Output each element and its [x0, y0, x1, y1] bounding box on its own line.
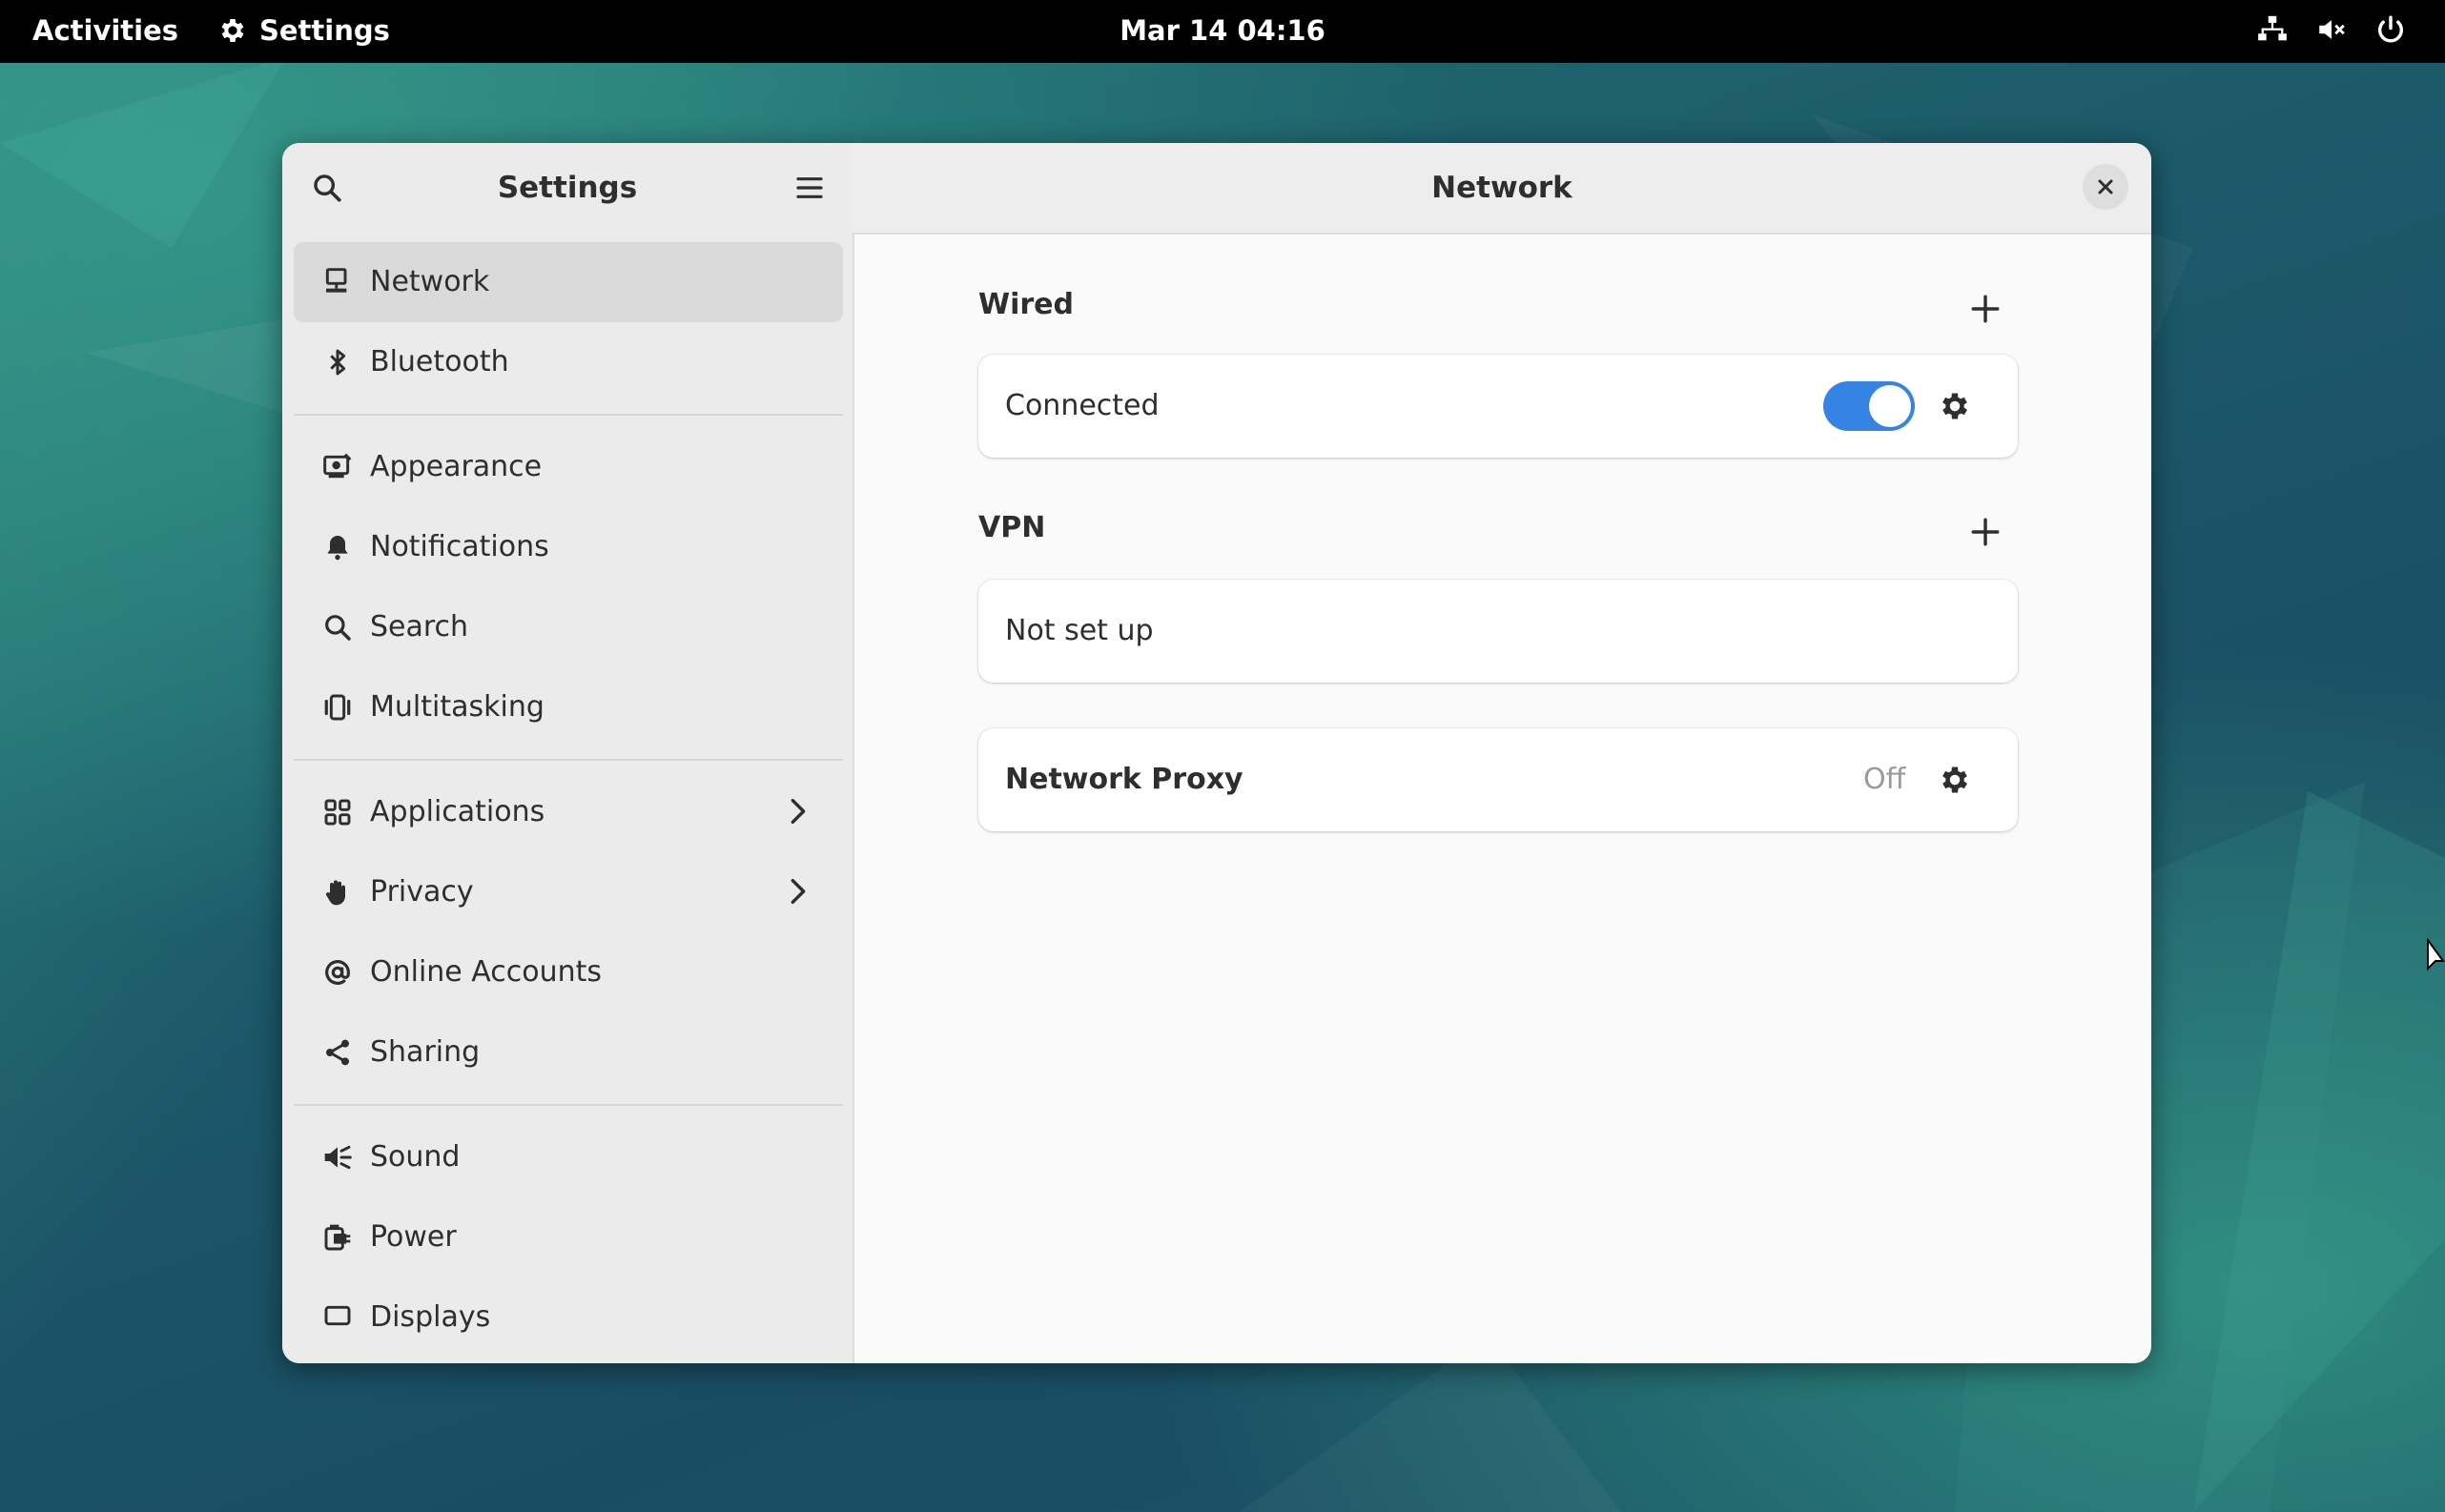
- sidebar-item-applications[interactable]: Applications: [294, 772, 843, 852]
- search-button[interactable]: [305, 166, 349, 210]
- sidebar-separator: [294, 414, 843, 416]
- hand-icon: [320, 875, 355, 909]
- sidebar-item-label: Search: [370, 610, 469, 644]
- main-header: Network: [853, 143, 2151, 235]
- sidebar-header: Settings: [282, 143, 853, 233]
- volume-muted-icon[interactable]: [2315, 13, 2348, 46]
- network-icon: [320, 265, 355, 299]
- sidebar-item-label: Multitasking: [370, 690, 544, 724]
- multitasking-icon: [320, 690, 355, 725]
- at-icon: [320, 955, 355, 990]
- apps-grid-icon: [320, 795, 355, 829]
- network-proxy-card[interactable]: Network Proxy Off: [978, 728, 2018, 831]
- sidebar-nav: Network Bluetooth Appearance Notificatio: [294, 242, 843, 1358]
- vpn-section-title: VPN: [978, 511, 1046, 544]
- top-bar: Activities Settings Mar 14 04:16: [0, 0, 2445, 63]
- vpn-card: Not set up: [978, 580, 2018, 683]
- wired-section-title: Wired: [978, 288, 1074, 321]
- sidebar-item-multitasking[interactable]: Multitasking: [294, 667, 843, 747]
- network-page: Wired Connected VPN Not set up Network P…: [853, 235, 2151, 1363]
- plus-icon: [1971, 518, 2000, 546]
- sidebar-item-privacy[interactable]: Privacy: [294, 852, 843, 932]
- network-wired-icon[interactable]: [2256, 13, 2289, 46]
- power-icon[interactable]: [2374, 13, 2407, 46]
- app-menu[interactable]: Settings: [217, 14, 390, 47]
- sidebar-item-label: Applications: [370, 795, 545, 828]
- settings-window: Settings Network Bluetooth Appearance No…: [282, 143, 2151, 1363]
- main-menu-button[interactable]: [788, 166, 832, 210]
- sidebar-item-label: Sharing: [370, 1035, 481, 1069]
- bluetooth-icon: [320, 345, 355, 379]
- network-proxy-settings-button[interactable]: [1934, 759, 1976, 801]
- display-icon: [320, 1300, 355, 1335]
- wired-connection-card: Connected: [978, 355, 2018, 458]
- search-icon: [314, 174, 341, 202]
- sidebar-item-label: Notifications: [370, 530, 549, 563]
- add-wired-button[interactable]: [1964, 288, 2006, 330]
- sidebar-item-label: Sound: [370, 1140, 461, 1174]
- sidebar-item-network[interactable]: Network: [294, 242, 843, 322]
- appearance-icon: [320, 450, 355, 484]
- mouse-cursor-icon: [2427, 938, 2445, 971]
- search-icon: [320, 610, 355, 644]
- close-icon: [2098, 179, 2113, 194]
- chevron-right-icon: [782, 875, 814, 915]
- sidebar-item-notifications[interactable]: Notifications: [294, 507, 843, 587]
- speaker-icon: [320, 1140, 355, 1175]
- sidebar-item-power[interactable]: Power: [294, 1197, 843, 1277]
- sidebar-item-search[interactable]: Search: [294, 587, 843, 667]
- chevron-right-icon: [782, 795, 814, 835]
- wired-settings-button[interactable]: [1934, 385, 1976, 427]
- sidebar-item-appearance[interactable]: Appearance: [294, 427, 843, 507]
- add-vpn-button[interactable]: [1964, 511, 2006, 553]
- system-tray[interactable]: [2256, 13, 2407, 46]
- gear-icon: [1942, 393, 1967, 419]
- toggle-knob: [1869, 385, 1911, 427]
- sidebar-item-label: Network: [370, 265, 490, 298]
- hamburger-icon: [796, 177, 823, 198]
- sidebar-item-label: Power: [370, 1220, 457, 1254]
- page-title: Network: [1431, 171, 1572, 205]
- sidebar-item-online-accounts[interactable]: Online Accounts: [294, 932, 843, 1012]
- sidebar-separator: [294, 759, 843, 761]
- gear-icon: [221, 19, 244, 42]
- bell-icon: [320, 530, 355, 564]
- sidebar: Settings Network Bluetooth Appearance No…: [282, 143, 854, 1363]
- sidebar-item-displays[interactable]: Displays: [294, 1277, 843, 1358]
- activities-button[interactable]: Activities: [32, 14, 178, 47]
- power-plug-icon: [320, 1220, 355, 1255]
- clock[interactable]: Mar 14 04:16: [1120, 14, 1325, 47]
- plus-icon: [1971, 295, 2000, 323]
- wired-status: Connected: [1005, 389, 1160, 422]
- sidebar-title: Settings: [497, 171, 638, 205]
- sidebar-item-bluetooth[interactable]: Bluetooth: [294, 322, 843, 402]
- sidebar-item-label: Privacy: [370, 875, 474, 909]
- sidebar-item-label: Online Accounts: [370, 955, 603, 989]
- app-name: Settings: [259, 14, 390, 47]
- wired-toggle[interactable]: [1823, 381, 1915, 431]
- network-proxy-status: Off: [1863, 763, 1906, 796]
- vpn-status: Not set up: [1005, 614, 1154, 647]
- network-proxy-label: Network Proxy: [1005, 763, 1243, 796]
- share-icon: [320, 1035, 355, 1070]
- sidebar-separator: [294, 1104, 843, 1106]
- sidebar-item-sound[interactable]: Sound: [294, 1117, 843, 1197]
- sidebar-item-sharing[interactable]: Sharing: [294, 1012, 843, 1093]
- sidebar-item-label: Displays: [370, 1300, 491, 1334]
- sidebar-item-label: Appearance: [370, 450, 543, 483]
- sidebar-item-label: Bluetooth: [370, 345, 509, 378]
- close-button[interactable]: [2083, 164, 2128, 210]
- gear-icon: [1942, 766, 1967, 793]
